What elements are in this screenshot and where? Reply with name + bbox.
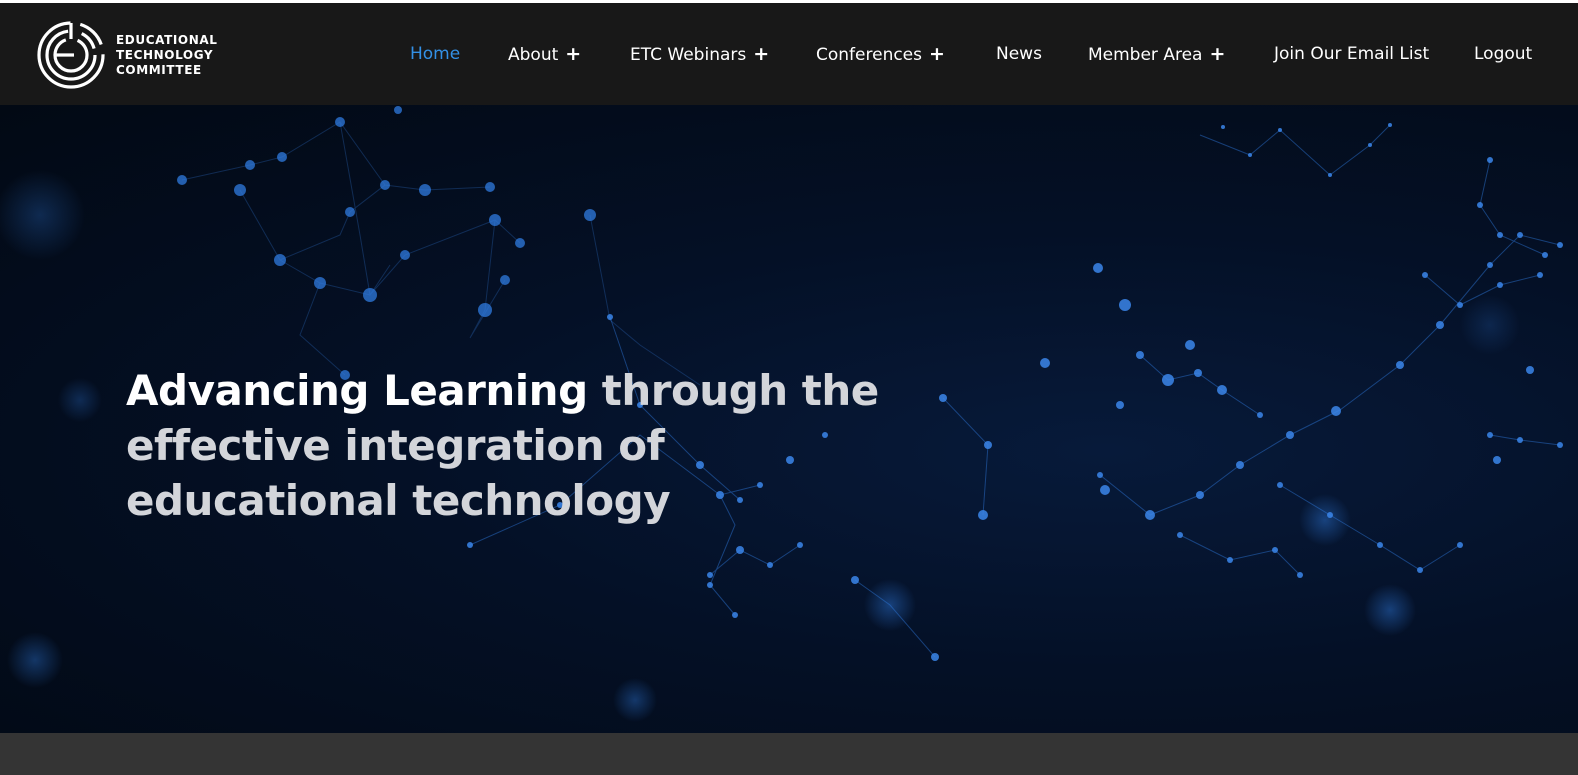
- headline-strong: Advancing Learning: [126, 366, 588, 416]
- nav-label: Home: [410, 44, 461, 64]
- nav-item-member-area[interactable]: Member Area +: [1088, 3, 1225, 105]
- nav-item-join-email-list[interactable]: Join Our Email List: [1274, 3, 1429, 105]
- hero-banner: Advancing Learning through the effective…: [0, 105, 1578, 733]
- nav-label: Logout: [1474, 44, 1533, 64]
- nav-label: About: [508, 45, 559, 65]
- nav-item-home[interactable]: Home: [410, 3, 460, 105]
- nav-item-news[interactable]: News: [996, 3, 1042, 105]
- plus-icon: +: [565, 43, 582, 65]
- content-band: [0, 733, 1578, 775]
- plus-icon: +: [929, 43, 945, 65]
- plus-icon: +: [753, 43, 770, 65]
- nav-item-etc-webinars[interactable]: ETC Webinars +: [630, 3, 769, 105]
- main-nav: Home About + ETC Webinars + Conferences + N…: [0, 3, 1578, 105]
- nav-item-conferences[interactable]: Conferences +: [816, 3, 945, 105]
- nav-label: Join Our Email List: [1274, 44, 1430, 64]
- nav-label: Member Area: [1088, 45, 1203, 65]
- hero-headline: Advancing Learning through the effective…: [126, 363, 886, 528]
- nav-label: News: [996, 44, 1042, 64]
- nav-item-about[interactable]: About +: [508, 3, 581, 105]
- nav-label: Conferences: [816, 45, 923, 65]
- plus-icon: +: [1209, 43, 1226, 65]
- nav-label: ETC Webinars: [630, 45, 747, 65]
- page: EDUCATIONAL TECHNOLOGY COMMITTEE Home Ab…: [0, 0, 1578, 775]
- nav-item-logout[interactable]: Logout: [1474, 3, 1532, 105]
